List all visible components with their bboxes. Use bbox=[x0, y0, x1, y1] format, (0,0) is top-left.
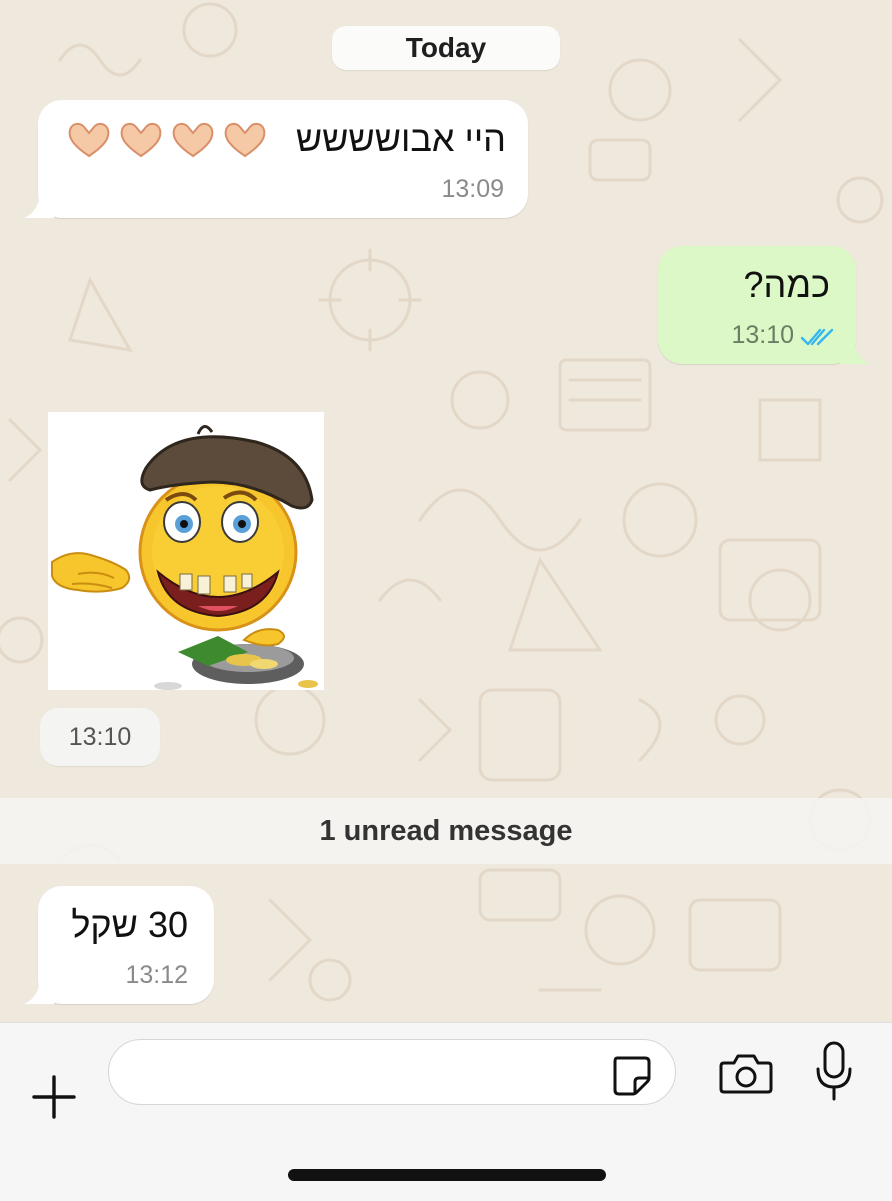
message-input-field[interactable] bbox=[108, 1039, 676, 1106]
message-text: היי אבושששש bbox=[295, 118, 506, 159]
message-time: 13:12 bbox=[125, 961, 188, 989]
heart-hands-icon bbox=[120, 122, 162, 158]
sticker-time: 13:10 bbox=[40, 708, 160, 766]
chat-area[interactable]: Today היי אבושששש 13:09 כמה? 13:10 13:10… bbox=[0, 0, 892, 1022]
message-time: 13:10 bbox=[731, 321, 794, 349]
heart-hands-icon bbox=[224, 122, 266, 158]
heart-hands-icon bbox=[172, 122, 214, 158]
date-divider: Today bbox=[332, 26, 560, 70]
sticker-message[interactable] bbox=[48, 412, 324, 690]
sticker-icon[interactable] bbox=[609, 1052, 653, 1096]
camera-icon[interactable] bbox=[718, 1051, 774, 1095]
bubble-tail bbox=[24, 980, 54, 1004]
plus-icon[interactable] bbox=[28, 1071, 80, 1123]
bubble-tail bbox=[24, 194, 54, 218]
double-check-icon bbox=[800, 328, 834, 346]
home-indicator bbox=[288, 1169, 606, 1181]
hand-icon bbox=[51, 552, 131, 593]
message-text: כמה? bbox=[743, 264, 830, 305]
composer-bar bbox=[0, 1022, 892, 1201]
heart-hands-emoji-row bbox=[66, 120, 268, 160]
bubble-tail bbox=[840, 340, 870, 364]
heart-hands-icon bbox=[68, 122, 110, 158]
message-time: 13:09 bbox=[441, 175, 504, 203]
microphone-icon[interactable] bbox=[814, 1041, 854, 1101]
message-input[interactable] bbox=[131, 1040, 605, 1106]
incoming-message[interactable]: היי אבושששש 13:09 bbox=[24, 100, 528, 218]
outgoing-message[interactable]: כמה? 13:10 bbox=[658, 246, 870, 364]
incoming-message[interactable]: 30 שקל 13:12 bbox=[24, 886, 214, 1004]
sticker-image bbox=[51, 425, 318, 690]
unread-divider: 1 unread message bbox=[0, 798, 892, 864]
message-text: 30 שקל bbox=[71, 904, 188, 945]
